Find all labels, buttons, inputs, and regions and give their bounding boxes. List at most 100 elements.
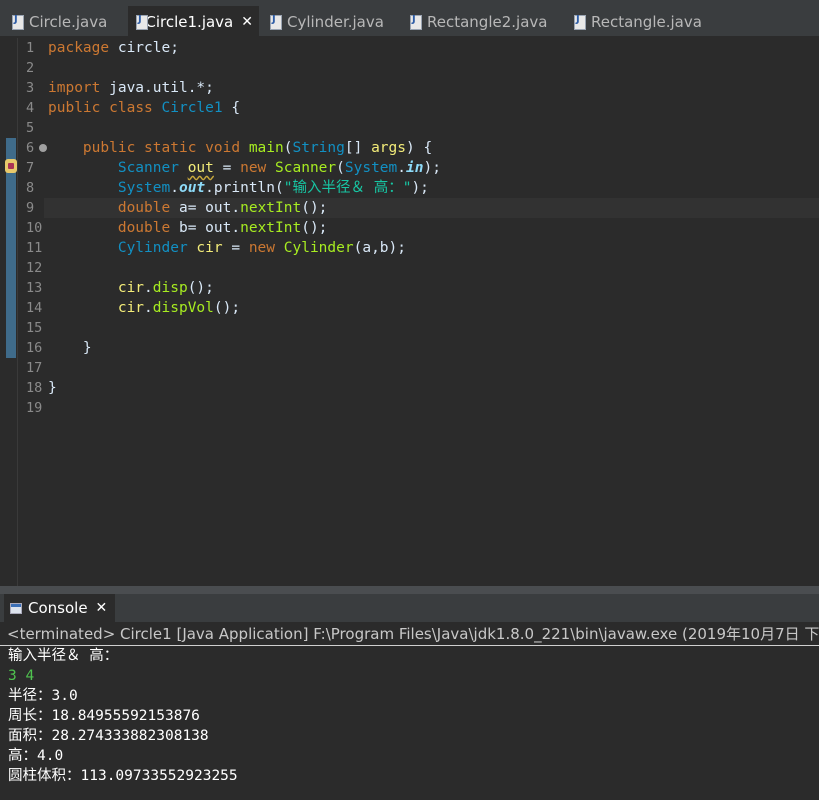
keyword: import [48,80,101,96]
class-name: Cylinder [117,240,188,256]
method-name: Scanner [275,160,337,176]
line-number: 5 [26,120,35,136]
tab-rectangle2-java[interactable]: Rectangle2.java [402,6,552,38]
keyword: void [205,140,241,156]
code-token: . [231,220,241,236]
line-number: 16 [26,340,43,356]
line-number-gutter: 1 2 3 4 5 6 7 8 9 10 11 12 13 14 15 16 1… [18,38,47,418]
tab-console[interactable]: Console ✕ [4,594,116,622]
line-number: 7 [26,160,35,176]
static-field: in [406,160,424,176]
variable: cir [196,240,223,256]
code-token: [] [344,140,372,156]
code-token: java.util.*; [100,80,214,96]
code-line: cir.disp(); [48,278,819,298]
tab-circle-java[interactable]: Circle.java [4,6,122,38]
keyword: public [82,140,136,156]
code-line: cir.dispVol(); [48,298,819,318]
method-name: disp [152,280,188,296]
code-token: (); [301,220,328,236]
console-line: 周长：18.84955592153876 [8,708,200,724]
class-name: String [292,140,345,156]
tab-label: Cylinder.java [287,13,384,31]
console-input-line: 3 4 [8,668,35,684]
code-token: ( [275,180,284,196]
variable: b [178,220,188,236]
keyword: new [240,160,267,176]
java-file-icon [136,14,150,30]
code-editor[interactable]: 1 2 3 4 5 6 7 8 9 10 11 12 13 14 15 16 1… [0,38,819,586]
console-status-line: <terminated> Circle1 [Java Application] … [0,622,819,646]
code-line: public static void main(String[] args) { [48,138,819,158]
code-line: } [48,338,819,358]
code-token: . [144,300,153,316]
string-literal: "输入半径＆ 高：" [283,180,412,196]
java-file-icon [410,14,422,30]
java-file-icon [12,14,24,30]
code-line: } [48,378,819,398]
line-number-folding: 6 [18,138,47,158]
java-file-icon [270,14,282,30]
close-icon[interactable]: ✕ [241,14,253,30]
keyword: new [248,240,276,256]
code-line: double a= out.nextInt(); [48,198,819,218]
code-token: ( [336,160,345,176]
tab-rectangle-java[interactable]: Rectangle.java [566,6,706,38]
line-number: 10 [26,220,43,236]
code-token: } [48,380,57,396]
keyword: static [144,140,197,156]
variable: out [205,200,232,216]
keyword: double [117,200,171,216]
code-line: double b= out.nextInt(); [48,218,819,238]
method-name: dispVol [152,300,214,316]
variable-warning[interactable]: out [188,160,214,176]
marker-ruler [0,38,18,586]
variable: a [178,200,188,216]
tab-cylinder-java[interactable]: Cylinder.java [262,6,392,38]
keyword: class [109,100,153,116]
line-number: 1 [26,40,35,56]
code-token: . [170,180,179,196]
line-number: 19 [26,400,43,416]
code-token: circle; [109,40,179,56]
code-token: = [213,160,241,176]
tab-circle1-java[interactable]: Circle1.java ✕ [128,6,259,38]
method-name: Cylinder [283,240,354,256]
tab-label: Rectangle2.java [427,13,548,31]
code-token: = [187,200,206,216]
method-name: main [248,140,284,156]
code-text[interactable]: package circle; import java.util.*; publ… [48,38,819,418]
code-line: System.out.println("输入半径＆ 高："); [48,178,819,198]
console-line: 输入半径＆ 高： [8,648,119,664]
code-token: } [82,340,92,356]
warning-lightbulb-icon[interactable] [5,159,17,173]
tab-label: Console [28,599,88,617]
method-name: nextInt [240,220,302,236]
console-line: 面积：28.274333882308138 [8,728,209,744]
panel-divider[interactable] [0,586,819,594]
line-number: 8 [26,180,35,196]
line-number: 13 [26,280,43,296]
keyword: package [48,40,110,56]
close-icon[interactable]: ✕ [96,600,108,616]
console-line: 高：4.0 [8,748,64,764]
line-number: 17 [26,360,43,376]
console-output[interactable]: <terminated> Circle1 [Java Application] … [0,622,819,800]
console-icon [10,602,22,614]
keyword: double [117,220,171,236]
fold-toggle-icon[interactable] [39,144,47,152]
tab-label: Rectangle.java [591,13,702,31]
editor-tab-bar: Circle.java Circle1.java ✕ Cylinder.java… [0,0,819,38]
code-token: ) { [406,140,433,156]
code-token: ); [423,160,441,176]
